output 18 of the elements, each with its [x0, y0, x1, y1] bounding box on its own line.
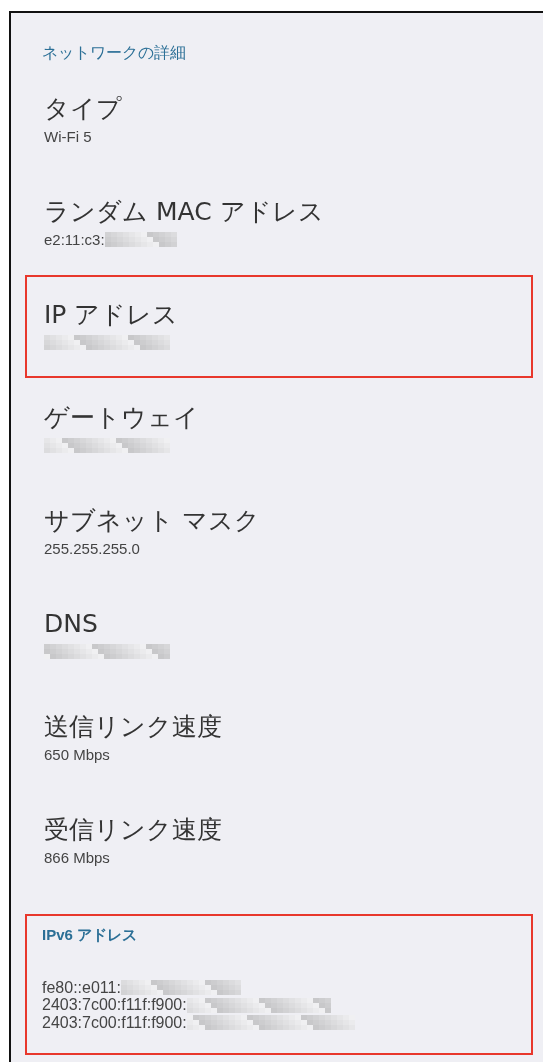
setting-title: 送信リンク速度	[44, 711, 223, 743]
setting-title: DNS	[44, 608, 99, 640]
setting-title: 受信リンク速度	[44, 814, 223, 846]
setting-value: e2:11:c3:	[44, 230, 105, 248]
setting-title: ランダム MAC アドレス	[44, 196, 325, 228]
setting-value: Wi-Fi 5	[44, 127, 92, 145]
setting-title: サブネット マスク	[44, 505, 261, 537]
setting-title: IP アドレス	[44, 299, 180, 331]
section-heading: IPv6 アドレス	[42, 926, 139, 945]
setting-title: ゲートウェイ	[44, 402, 200, 434]
address-value: 2403:7c00:f11f:f900:	[42, 1013, 187, 1032]
setting-value: 650 Mbps	[44, 745, 110, 763]
setting-value: 866 Mbps	[44, 848, 110, 866]
address-value: fe80::e011:	[42, 978, 121, 997]
section-heading: ネットワークの詳細	[41, 42, 187, 64]
address-value: 2403:7c00:f11f:f900:	[42, 996, 187, 1015]
setting-value: 255.255.255.0	[44, 539, 140, 557]
setting-title: タイプ	[44, 93, 123, 125]
